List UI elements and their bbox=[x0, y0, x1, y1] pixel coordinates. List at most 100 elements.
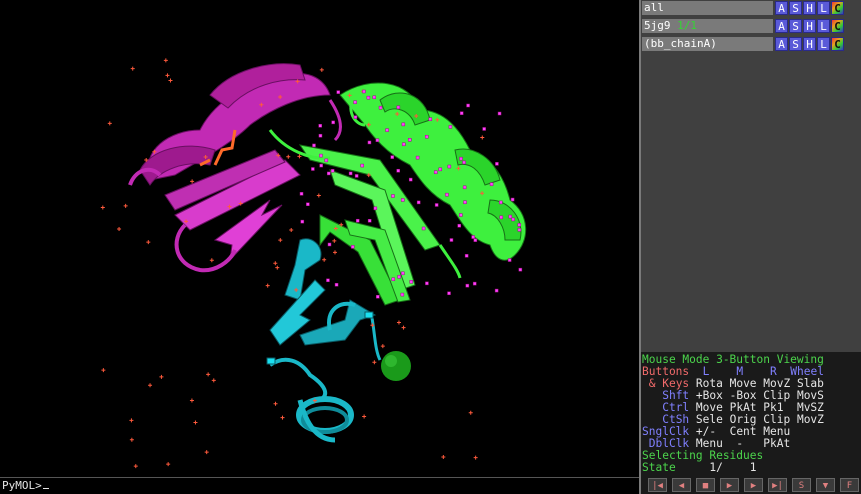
color-button[interactable]: C bbox=[831, 1, 844, 15]
surface-dot bbox=[373, 206, 378, 211]
surface-dot bbox=[464, 254, 469, 258]
3d-viewport[interactable] bbox=[0, 0, 639, 476]
surface-dot bbox=[408, 138, 412, 142]
surface-dot bbox=[331, 120, 335, 125]
surface-dot bbox=[415, 155, 420, 160]
show-button[interactable]: S bbox=[789, 19, 802, 33]
water-cross bbox=[163, 58, 168, 63]
surface-dot bbox=[517, 223, 522, 227]
surface-dot bbox=[311, 167, 315, 171]
surface-dot bbox=[366, 95, 371, 100]
surface-dot bbox=[355, 218, 360, 223]
water-cross bbox=[117, 227, 122, 232]
surface-dot bbox=[459, 156, 463, 161]
water-cross bbox=[273, 261, 278, 266]
surface-dot bbox=[497, 111, 502, 116]
command-line[interactable]: PyMOL> bbox=[0, 477, 639, 494]
water-cross bbox=[273, 401, 278, 406]
object-name-bb-chaina[interactable]: (bb_chainA) bbox=[642, 37, 773, 51]
show-button[interactable]: S bbox=[789, 1, 802, 15]
surface-dot bbox=[462, 160, 466, 165]
object-state-count: 1/1 bbox=[677, 19, 697, 32]
play-button[interactable]: ▶ bbox=[720, 478, 739, 492]
fullscreen-button[interactable]: F bbox=[840, 478, 859, 492]
metal-ion-sphere bbox=[381, 351, 411, 381]
surface-dot bbox=[438, 167, 442, 172]
label-button[interactable]: L bbox=[817, 19, 830, 33]
surface-dot bbox=[494, 288, 499, 293]
water-cross bbox=[319, 67, 324, 72]
water-cross bbox=[107, 121, 112, 126]
menu-button[interactable]: ▼ bbox=[816, 478, 835, 492]
object-label: all bbox=[644, 1, 664, 14]
surface-dot bbox=[471, 235, 475, 239]
surface-dot bbox=[409, 280, 413, 284]
surface-dot bbox=[425, 281, 429, 286]
label-button[interactable]: L bbox=[817, 37, 830, 51]
surface-dot bbox=[327, 242, 332, 247]
surface-dot bbox=[390, 155, 395, 159]
surface-dot bbox=[396, 105, 401, 110]
hide-button[interactable]: H bbox=[803, 1, 816, 15]
surface-dot bbox=[473, 238, 478, 242]
surface-dot bbox=[376, 294, 380, 299]
surface-dot bbox=[401, 122, 406, 127]
surface-dot bbox=[336, 90, 341, 94]
surface-dot bbox=[306, 202, 310, 206]
water-cross bbox=[280, 415, 285, 420]
action-button[interactable]: A bbox=[775, 1, 788, 15]
surface-dot bbox=[402, 142, 406, 147]
surface-dot bbox=[397, 275, 401, 279]
surface-dot bbox=[327, 171, 331, 176]
show-button[interactable]: S bbox=[789, 37, 802, 51]
surface-dot bbox=[353, 115, 358, 119]
surface-dot bbox=[465, 283, 470, 288]
step-forward-button[interactable]: ▶ bbox=[744, 478, 763, 492]
water-cross bbox=[289, 228, 294, 233]
water-cross bbox=[166, 462, 171, 467]
surface-dot bbox=[511, 217, 515, 222]
water-cross bbox=[146, 240, 151, 245]
action-button[interactable]: A bbox=[775, 37, 788, 51]
hide-button[interactable]: H bbox=[803, 19, 816, 33]
water-cross bbox=[206, 372, 211, 377]
water-cross bbox=[278, 238, 283, 243]
water-cross bbox=[129, 437, 134, 442]
surface-dot bbox=[396, 168, 400, 173]
water-cross bbox=[129, 418, 134, 423]
surface-dot bbox=[425, 134, 429, 139]
surface-dot bbox=[299, 192, 304, 196]
water-cross bbox=[316, 193, 321, 198]
water-cross bbox=[130, 66, 135, 71]
water-cross bbox=[193, 420, 198, 425]
scene-button[interactable]: S bbox=[792, 478, 811, 492]
label-button[interactable]: L bbox=[817, 1, 830, 15]
surface-dot bbox=[499, 200, 503, 205]
stop-button[interactable]: ■ bbox=[696, 478, 715, 492]
step-back-button[interactable]: ◀ bbox=[672, 478, 691, 492]
object-name-5jg9[interactable]: 5jg9 1/1 bbox=[642, 19, 773, 33]
mouse-mode-panel[interactable]: Mouse Mode 3-Button Viewing Buttons L M … bbox=[641, 352, 861, 476]
rewind-button[interactable]: |◀ bbox=[648, 478, 667, 492]
water-cross bbox=[148, 383, 153, 388]
surface-dot bbox=[408, 177, 413, 182]
surface-dot bbox=[447, 164, 452, 169]
water-cross bbox=[380, 344, 385, 349]
color-button[interactable]: C bbox=[831, 37, 844, 51]
object-name-all[interactable]: all bbox=[642, 1, 773, 15]
state-value: 1/ 1 bbox=[709, 461, 757, 474]
surface-dot bbox=[353, 100, 357, 104]
color-button[interactable]: C bbox=[831, 19, 844, 33]
surface-dot bbox=[459, 213, 463, 217]
water-cross bbox=[168, 78, 173, 83]
surface-dot bbox=[495, 162, 499, 166]
surface-dot bbox=[507, 258, 512, 262]
action-button[interactable]: A bbox=[775, 19, 788, 33]
forward-end-button[interactable]: ▶| bbox=[768, 478, 787, 492]
surface-dot bbox=[434, 203, 439, 207]
hide-button[interactable]: H bbox=[803, 37, 816, 51]
surface-dot bbox=[367, 219, 372, 223]
movie-controls: |◀ ◀ ■ ▶ ▶ ▶| S ▼ F bbox=[641, 476, 861, 494]
surface-dot bbox=[448, 125, 453, 129]
surface-dot bbox=[433, 170, 438, 174]
